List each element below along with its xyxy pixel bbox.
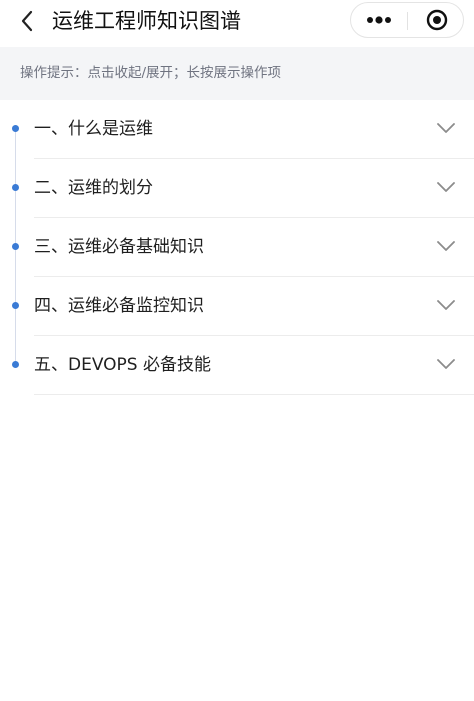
- nav-bar: 运维工程师知识图谱: [0, 0, 474, 46]
- target-close-icon: [426, 9, 448, 31]
- tree-node[interactable]: 三、运维必备基础知识: [0, 218, 474, 277]
- node-dot: [12, 125, 19, 132]
- node-label: 三、运维必备基础知识: [34, 237, 204, 257]
- more-button[interactable]: [357, 5, 401, 35]
- page-title: 运维工程师知识图谱: [52, 9, 241, 33]
- tree-node[interactable]: 五、DEVOPS 必备技能: [0, 336, 474, 395]
- back-button[interactable]: [13, 7, 41, 35]
- capsule-divider: [407, 12, 408, 30]
- node-dot: [12, 243, 19, 250]
- back-chevron-icon: [21, 10, 33, 32]
- node-label: 四、运维必备监控知识: [34, 296, 204, 316]
- hint-bar: 操作提示：点击收起/展开；长按展示操作项: [0, 47, 474, 100]
- node-label: 二、运维的划分: [34, 178, 153, 198]
- node-dot: [12, 302, 19, 309]
- node-dot: [12, 184, 19, 191]
- hint-text: 操作提示：点击收起/展开；长按展示操作项: [20, 65, 282, 81]
- node-label: 一、什么是运维: [34, 119, 153, 139]
- mini-program-capsule: [350, 2, 464, 38]
- more-dots-icon: [367, 16, 391, 24]
- chevron-down-icon[interactable]: [436, 120, 456, 136]
- tree-node[interactable]: 一、什么是运维: [0, 100, 474, 159]
- divider: [34, 394, 474, 395]
- node-dot: [12, 361, 19, 368]
- tree-node[interactable]: 二、运维的划分: [0, 159, 474, 218]
- chevron-down-icon[interactable]: [436, 356, 456, 372]
- chevron-down-icon[interactable]: [436, 238, 456, 254]
- tree-node[interactable]: 四、运维必备监控知识: [0, 277, 474, 336]
- close-mini-program-button[interactable]: [415, 5, 459, 35]
- chevron-down-icon[interactable]: [436, 179, 456, 195]
- chevron-down-icon[interactable]: [436, 297, 456, 313]
- node-label: 五、DEVOPS 必备技能: [34, 355, 211, 375]
